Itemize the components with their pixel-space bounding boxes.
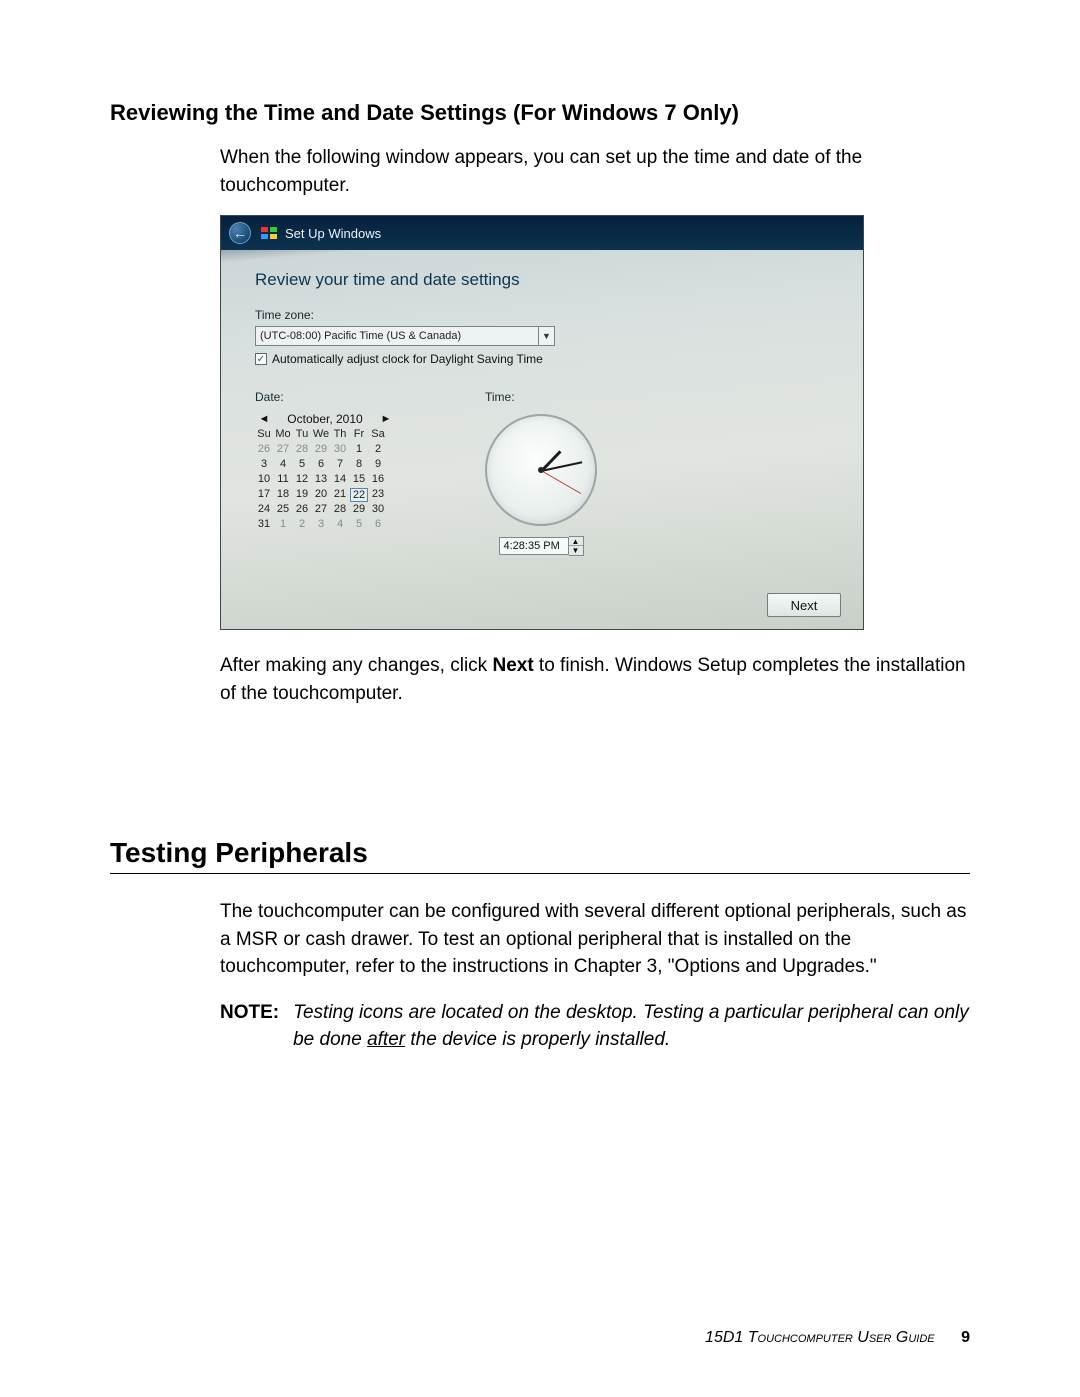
dialog-heading: Review your time and date settings [255, 270, 833, 290]
cal-day[interactable]: 10 [255, 473, 273, 487]
cal-day[interactable]: 7 [331, 458, 349, 472]
cal-day[interactable]: 11 [274, 473, 292, 487]
cal-day[interactable]: 28 [331, 503, 349, 517]
peripherals-paragraph: The touchcomputer can be configured with… [220, 898, 970, 981]
cal-dow: Th [331, 428, 349, 442]
back-arrow-icon: ← [233, 225, 247, 241]
cal-day[interactable]: 3 [255, 458, 273, 472]
cal-day[interactable]: 13 [312, 473, 330, 487]
cal-day[interactable]: 4 [274, 458, 292, 472]
note-block: NOTE: Testing icons are located on the d… [220, 999, 970, 1054]
clock-second-hand [541, 470, 581, 494]
cal-day[interactable]: 14 [331, 473, 349, 487]
timezone-label: Time zone: [255, 308, 833, 322]
window-title: Set Up Windows [285, 226, 381, 241]
cal-day[interactable]: 2 [293, 518, 311, 532]
cal-dow: Su [255, 428, 273, 442]
dst-checkbox[interactable]: ✓ [255, 353, 267, 365]
heading-testing-peripherals: Testing Peripherals [110, 837, 970, 874]
note-text: Testing icons are located on the desktop… [293, 999, 970, 1054]
window-titlebar: ← Set Up Windows [221, 216, 863, 250]
cal-day[interactable]: 27 [274, 443, 292, 457]
cal-day[interactable]: 31 [255, 518, 273, 532]
cal-day[interactable]: 26 [293, 503, 311, 517]
cal-day[interactable]: 28 [293, 443, 311, 457]
cal-day[interactable]: 3 [312, 518, 330, 532]
cal-day[interactable]: 18 [274, 488, 292, 502]
cal-month-label: October, 2010 [287, 412, 362, 426]
cal-day[interactable]: 5 [350, 518, 368, 532]
page-footer: 15D1 Touchcomputer User Guide 9 [705, 1329, 970, 1347]
cal-day[interactable]: 6 [312, 458, 330, 472]
after-paragraph: After making any changes, click Next to … [220, 652, 970, 707]
date-label: Date: [255, 390, 395, 404]
next-button[interactable]: Next [767, 593, 841, 617]
cal-day[interactable]: 23 [369, 488, 387, 502]
cal-prev-icon[interactable]: ◄ [257, 413, 271, 425]
cal-day[interactable]: 29 [350, 503, 368, 517]
cal-day[interactable]: 22 [350, 488, 368, 502]
cal-day[interactable]: 8 [350, 458, 368, 472]
cal-day[interactable]: 30 [331, 443, 349, 457]
cal-day[interactable]: 16 [369, 473, 387, 487]
note-label: NOTE: [220, 999, 279, 1054]
dst-label: Automatically adjust clock for Daylight … [272, 352, 543, 366]
cal-day[interactable]: 20 [312, 488, 330, 502]
cal-day[interactable]: 1 [274, 518, 292, 532]
footer-title: 15D1 Touchcomputer User Guide [705, 1329, 935, 1346]
analog-clock [485, 414, 597, 526]
cal-day[interactable]: 25 [274, 503, 292, 517]
cal-day[interactable]: 5 [293, 458, 311, 472]
cal-day[interactable]: 9 [369, 458, 387, 472]
timezone-select[interactable]: (UTC-08:00) Pacific Time (US & Canada) ▼ [255, 326, 555, 346]
cal-day[interactable]: 30 [369, 503, 387, 517]
back-button[interactable]: ← [229, 222, 251, 244]
cal-day[interactable]: 21 [331, 488, 349, 502]
cal-day[interactable]: 4 [331, 518, 349, 532]
cal-dow: Fr [350, 428, 368, 442]
dropdown-arrow-icon: ▼ [538, 327, 554, 345]
cal-dow: Tu [293, 428, 311, 442]
cal-day[interactable]: 2 [369, 443, 387, 457]
cal-dow: Mo [274, 428, 292, 442]
intro-paragraph: When the following window appears, you c… [220, 144, 970, 199]
cal-next-icon[interactable]: ► [379, 413, 393, 425]
cal-day[interactable]: 26 [255, 443, 273, 457]
cal-day[interactable]: 17 [255, 488, 273, 502]
time-input[interactable]: 4:28:35 PM [499, 537, 569, 555]
cal-day[interactable]: 29 [312, 443, 330, 457]
footer-page-number: 9 [961, 1329, 970, 1346]
cal-dow: We [312, 428, 330, 442]
windows-logo-icon [261, 227, 277, 239]
cal-day[interactable]: 24 [255, 503, 273, 517]
time-spinner[interactable]: ▲ ▼ [569, 536, 584, 556]
cal-day[interactable]: 15 [350, 473, 368, 487]
calendar[interactable]: ◄ October, 2010 ► SuMoTuWeThFrSa26272829… [255, 410, 395, 532]
cal-day[interactable]: 1 [350, 443, 368, 457]
setup-windows-screenshot: ← Set Up Windows Review your time and da… [220, 215, 864, 630]
cal-day[interactable]: 27 [312, 503, 330, 517]
cal-day[interactable]: 19 [293, 488, 311, 502]
timezone-value: (UTC-08:00) Pacific Time (US & Canada) [260, 330, 461, 342]
spinner-down-icon[interactable]: ▼ [569, 546, 583, 555]
subheading-time-date: Reviewing the Time and Date Settings (Fo… [110, 100, 970, 126]
time-label: Time: [485, 390, 515, 404]
cal-day[interactable]: 12 [293, 473, 311, 487]
spinner-up-icon[interactable]: ▲ [569, 537, 583, 546]
cal-dow: Sa [369, 428, 387, 442]
cal-day[interactable]: 6 [369, 518, 387, 532]
